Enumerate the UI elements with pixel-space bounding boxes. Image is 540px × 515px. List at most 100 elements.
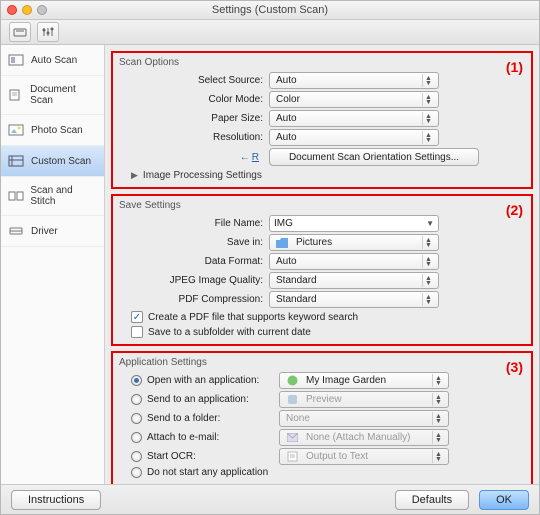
file-name-input[interactable]: IMG ▼ [269, 215, 439, 232]
pdf-compression-popup[interactable]: Standard▲▼ [269, 291, 439, 308]
popup-arrows-icon: ▲▼ [422, 255, 434, 268]
document-scan-icon [7, 88, 24, 102]
keyword-pdf-checkbox-row[interactable]: Create a PDF file that supports keyword … [131, 311, 525, 323]
sidebar-item-custom-scan[interactable]: Custom Scan [1, 146, 104, 177]
orientation-icon: ←R [240, 152, 259, 163]
text-icon [286, 451, 298, 463]
popup-arrows-icon: ▲▼ [432, 431, 444, 444]
image-processing-disclosure[interactable]: ▶ Image Processing Settings [119, 170, 525, 181]
subfolder-label: Save to a subfolder with current date [148, 327, 311, 338]
toolbar [1, 20, 539, 46]
image-processing-label: Image Processing Settings [143, 170, 262, 181]
titlebar: Settings (Custom Scan) [1, 1, 539, 20]
data-format-popup[interactable]: Auto ▲▼ [269, 253, 439, 270]
sliders-icon [42, 26, 54, 38]
checkbox-icon [131, 326, 143, 338]
orientation-settings-button[interactable]: Document Scan Orientation Settings... [269, 148, 479, 166]
orientation-icon-label: ←R [119, 152, 269, 163]
sidebar-item-auto-scan[interactable]: Auto Scan [1, 45, 104, 76]
section-title: Application Settings [119, 357, 525, 368]
attach-email-label: Attach to e-mail: [147, 432, 219, 443]
sidebar-item-label: Scan and Stitch [30, 185, 98, 207]
resolution-label: Resolution: [119, 132, 269, 143]
send-folder-popup: None▲▼ [279, 410, 449, 427]
resolution-popup[interactable]: Auto▲▼ [269, 129, 439, 146]
popup-arrows-icon: ▲▼ [422, 112, 434, 125]
popup-arrows-icon: ▲▼ [422, 236, 434, 249]
popup-arrows-icon: ▲▼ [422, 74, 434, 87]
color-mode-popup[interactable]: Color▲▼ [269, 91, 439, 108]
send-app-popup: Preview ▲▼ [279, 391, 449, 408]
sidebar-item-label: Driver [31, 226, 58, 237]
folder-icon [276, 237, 288, 249]
jpeg-quality-value: Standard [276, 275, 317, 286]
send-folder-label: Send to a folder: [147, 413, 220, 424]
start-ocr-popup: Output to Text ▲▼ [279, 448, 449, 465]
defaults-button[interactable]: Defaults [395, 490, 469, 510]
toolbar-scan-tab[interactable] [9, 22, 31, 42]
color-mode-value: Color [276, 94, 300, 105]
send-app-value: Preview [306, 394, 342, 405]
section-marker: (2) [506, 202, 523, 218]
popup-arrows-icon: ▲▼ [432, 374, 444, 387]
save-in-popup[interactable]: Pictures ▲▼ [269, 234, 439, 251]
sidebar-item-driver[interactable]: Driver [1, 216, 104, 247]
section-title: Scan Options [119, 57, 525, 68]
minimize-icon[interactable] [22, 5, 32, 15]
dropdown-arrow-icon: ▼ [426, 219, 434, 228]
sidebar-item-label: Document Scan [30, 84, 98, 106]
no-app-label: Do not start any application [147, 467, 268, 478]
radio-icon [131, 413, 142, 424]
popup-arrows-icon: ▲▼ [432, 450, 444, 463]
file-name-label: File Name: [119, 218, 269, 229]
jpeg-quality-popup[interactable]: Standard▲▼ [269, 272, 439, 289]
start-ocr-radio[interactable]: Start OCR: [119, 451, 279, 462]
send-app-radio[interactable]: Send to an application: [119, 394, 279, 405]
subfolder-checkbox-row[interactable]: Save to a subfolder with current date [131, 326, 525, 338]
disclosure-triangle-icon: ▶ [131, 170, 138, 181]
mail-icon [286, 432, 298, 444]
section-marker: (1) [506, 59, 523, 75]
sidebar-item-scan-and-stitch[interactable]: Scan and Stitch [1, 177, 104, 216]
popup-arrows-icon: ▲▼ [422, 131, 434, 144]
driver-icon [7, 224, 25, 238]
radio-icon [131, 394, 142, 405]
pdf-compression-label: PDF Compression: [119, 294, 269, 305]
color-mode-label: Color Mode: [119, 94, 269, 105]
select-source-popup[interactable]: Auto▲▼ [269, 72, 439, 89]
app-icon [286, 375, 298, 387]
section-title: Save Settings [119, 200, 525, 211]
toolbar-prefs-tab[interactable] [37, 22, 59, 42]
scanner-icon [13, 26, 27, 38]
ok-button[interactable]: OK [479, 490, 529, 510]
data-format-value: Auto [276, 256, 297, 267]
sidebar-item-photo-scan[interactable]: Photo Scan [1, 115, 104, 146]
sidebar-item-document-scan[interactable]: Document Scan [1, 76, 104, 115]
section-marker: (3) [506, 359, 523, 375]
send-folder-radio[interactable]: Send to a folder: [119, 413, 279, 424]
photo-scan-icon [7, 123, 25, 137]
jpeg-quality-label: JPEG Image Quality: [119, 275, 269, 286]
save-in-label: Save in: [119, 237, 269, 248]
section-save-settings: (2) Save Settings File Name: IMG ▼ Save i… [111, 194, 533, 346]
close-icon[interactable] [7, 5, 17, 15]
custom-scan-icon [7, 154, 25, 168]
paper-size-popup[interactable]: Auto▲▼ [269, 110, 439, 127]
attach-email-popup: None (Attach Manually) ▲▼ [279, 429, 449, 446]
radio-icon [131, 467, 142, 478]
open-with-value: My Image Garden [306, 375, 386, 386]
keyword-pdf-label: Create a PDF file that supports keyword … [148, 312, 358, 323]
instructions-button[interactable]: Instructions [11, 490, 101, 510]
data-format-label: Data Format: [119, 256, 269, 267]
radio-icon [131, 432, 142, 443]
auto-scan-icon [7, 53, 25, 67]
open-with-radio[interactable]: Open with an application: [119, 375, 279, 386]
attach-email-radio[interactable]: Attach to e-mail: [119, 432, 279, 443]
pdf-compression-value: Standard [276, 294, 317, 305]
popup-arrows-icon: ▲▼ [432, 412, 444, 425]
popup-arrows-icon: ▲▼ [432, 393, 444, 406]
sidebar-item-label: Custom Scan [31, 156, 91, 167]
file-name-value: IMG [274, 218, 293, 229]
open-with-popup[interactable]: My Image Garden ▲▼ [279, 372, 449, 389]
no-app-radio[interactable]: Do not start any application [119, 467, 268, 478]
